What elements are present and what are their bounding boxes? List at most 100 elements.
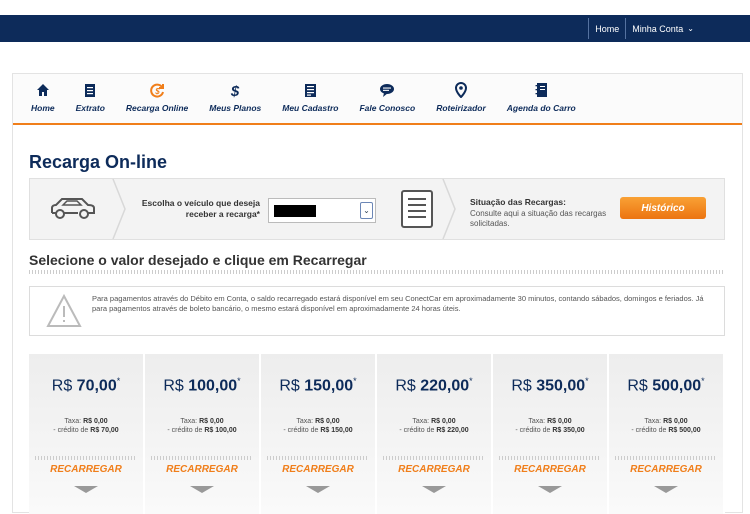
main-panel: Home Extrato $ Recarga Online $ Meus Pla… [12, 73, 743, 514]
credit-label: - crédito de [283, 427, 319, 434]
card-divider [267, 456, 369, 460]
card-divider [499, 456, 601, 460]
chevron-divider [112, 179, 126, 239]
home-link-label: Home [595, 23, 620, 34]
recharge-button[interactable]: RECARREGAR [609, 464, 723, 475]
account-menu[interactable]: Minha Conta ⌄ [626, 24, 700, 34]
chevron-down-icon[interactable]: ⌄ [360, 202, 373, 219]
map-pin-icon [455, 81, 467, 99]
recharge-button[interactable]: RECARREGAR [145, 464, 259, 475]
section-title: Selecione o valor desejado e clique em R… [29, 252, 367, 268]
main-menu: Home Extrato $ Recarga Online $ Meus Pla… [13, 74, 742, 125]
credit-label: - crédito de [399, 427, 435, 434]
tax-label: Taxa: [528, 418, 546, 425]
home-icon [36, 81, 50, 99]
currency-symbol: R$ [163, 377, 184, 395]
menu-item-extrato[interactable]: Extrato [76, 81, 105, 113]
tax-label: Taxa: [180, 418, 198, 425]
account-menu-label: Minha Conta [632, 23, 684, 34]
menu-item-agenda[interactable]: Agenda do Carro [507, 81, 576, 113]
svg-text:$: $ [230, 83, 240, 98]
recharge-button[interactable]: RECARREGAR [493, 464, 607, 475]
menu-item-recarga[interactable]: $ Recarga Online [126, 81, 188, 113]
option-fees: Taxa: R$ 0,00 - crédito de R$ 70,00 [29, 417, 143, 435]
option-amount: R$ 100,00* [145, 376, 259, 395]
tax-value: R$ 0,00 [83, 418, 108, 425]
menu-label: Meu Cadastro [282, 103, 339, 113]
menu-label: Home [31, 103, 55, 113]
chevron-down-icon: ⌄ [687, 24, 694, 33]
asterisk: * [353, 376, 357, 386]
menu-label: Recarga Online [125, 103, 189, 113]
tax-value: R$ 0,00 [199, 418, 224, 425]
menu-item-home[interactable]: Home [31, 81, 55, 113]
currency-symbol: R$ [395, 377, 416, 395]
credit-label: - crédito de [53, 427, 89, 434]
home-link[interactable]: Home [589, 24, 625, 34]
option-amount: R$ 500,00* [609, 376, 723, 395]
recharge-button[interactable]: RECARREGAR [29, 464, 143, 475]
menu-item-fale-conosco[interactable]: Fale Conosco [359, 81, 415, 113]
menu-label: Roteirizador [436, 103, 486, 113]
menu-item-cadastro[interactable]: Meu Cadastro [282, 81, 338, 113]
history-button[interactable]: Histórico [620, 197, 706, 219]
card-divider [615, 456, 717, 460]
statement-icon [84, 81, 96, 99]
recharge-button[interactable]: RECARREGAR [261, 464, 375, 475]
tax-value: R$ 0,00 [315, 418, 340, 425]
asterisk: * [585, 376, 589, 386]
register-icon [304, 81, 317, 99]
option-fees: Taxa: R$ 0,00 - crédito de R$ 150,00 [261, 417, 375, 435]
asterisk: * [116, 376, 121, 386]
recharge-option: R$ 70,00* Taxa: R$ 0,00- crédito de R$ 7… [29, 354, 145, 514]
agenda-icon [535, 81, 548, 99]
top-strip [0, 0, 750, 15]
menu-item-planos[interactable]: $ Meus Planos [209, 81, 261, 114]
amount-value: 500,00 [652, 377, 702, 395]
currency-symbol: R$ [51, 377, 73, 395]
credit-value: R$ 350,00 [552, 427, 585, 434]
credit-label: - crédito de [515, 427, 551, 434]
credit-value: R$ 500,00 [668, 427, 701, 434]
recharge-options: R$ 70,00* Taxa: R$ 0,00- crédito de R$ 7… [29, 354, 725, 514]
option-fees: Taxa: R$ 0,00 - crédito de R$ 100,00 [145, 417, 259, 435]
notice-box: Para pagamentos através do Débito em Con… [29, 286, 725, 336]
card-divider [151, 456, 253, 460]
triangle-icon [422, 486, 446, 493]
option-amount: R$ 350,00* [493, 376, 607, 395]
page-title: Recarga On-line [29, 152, 168, 172]
notice-text: Para pagamentos através do Débito em Con… [92, 294, 704, 313]
vehicle-box: Escolha o veículo que deseja receber a r… [29, 178, 725, 240]
option-fees: Taxa: R$ 0,00 - crédito de R$ 500,00 [609, 417, 723, 435]
asterisk: * [237, 376, 241, 386]
menu-item-roteirizador[interactable]: Roteirizador [436, 81, 486, 113]
triangle-icon [306, 486, 330, 493]
currency-symbol: R$ [627, 377, 648, 395]
chevron-divider [442, 179, 456, 239]
top-nav: Home Minha Conta ⌄ [588, 18, 700, 39]
credit-label: - crédito de [167, 427, 203, 434]
vehicle-select[interactable]: ⌄ [268, 198, 376, 223]
triangle-icon [654, 486, 678, 493]
recharge-option: R$ 220,00* Taxa: R$ 0,00- crédito de R$ … [377, 354, 493, 514]
tax-label: Taxa: [64, 418, 82, 425]
svg-text:$: $ [154, 87, 160, 96]
recharge-button[interactable]: RECARREGAR [377, 464, 491, 475]
recharge-icon: $ [149, 81, 165, 99]
option-amount: R$ 150,00* [261, 376, 375, 395]
option-amount: R$ 220,00* [377, 376, 491, 395]
asterisk: * [701, 376, 705, 386]
triangle-icon [538, 486, 562, 493]
option-amount: R$ 70,00* [29, 376, 143, 395]
vehicle-label: Escolha o veículo que deseja receber a r… [141, 198, 260, 219]
card-divider [35, 456, 137, 460]
credit-value: R$ 150,00 [320, 427, 353, 434]
amount-value: 100,00 [188, 377, 238, 395]
triangle-icon [190, 486, 214, 493]
option-fees: Taxa: R$ 0,00 - crédito de R$ 350,00 [493, 417, 607, 435]
recharge-option: R$ 100,00* Taxa: R$ 0,00 - crédito de R$ … [145, 354, 261, 514]
menu-label: Extrato [75, 103, 105, 113]
tax-label: Taxa: [412, 418, 430, 425]
menu-label: Agenda do Carro [506, 103, 576, 113]
warning-icon [46, 294, 82, 327]
